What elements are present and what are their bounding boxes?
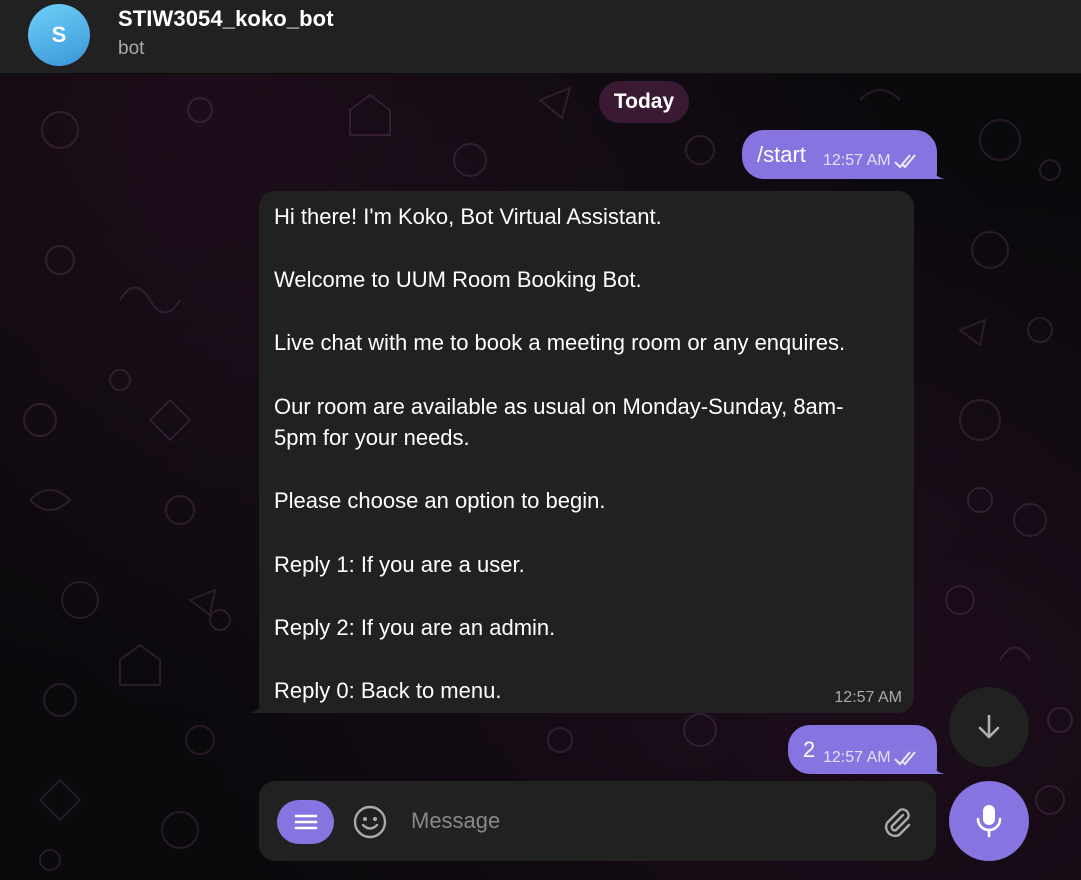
message-line: Our room are available as usual on Monda… — [274, 393, 844, 419]
message-body: Hi there! I'm Koko, Bot Virtual Assistan… — [274, 201, 904, 707]
smile-icon[interactable] — [353, 805, 387, 839]
message-line: Please choose an option to begin. — [274, 488, 606, 514]
chat-title: STIW3054_koko_bot — [118, 6, 334, 31]
telegram-chat-window: S STIW3054_koko_bot bot Today /start 12:… — [0, 0, 1081, 880]
chat-subtitle: bot — [118, 38, 145, 59]
message-time: 12:57 AM — [834, 689, 902, 706]
message-text: 2 — [803, 737, 816, 762]
bot-menu-button[interactable] — [277, 800, 334, 844]
message-line: Live chat with me to book a meeting room… — [274, 330, 846, 356]
double-check-icon — [893, 154, 916, 169]
outgoing-message[interactable]: 2 12:57 AM — [788, 725, 937, 774]
incoming-message[interactable]: Hi there! I'm Koko, Bot Virtual Assistan… — [259, 191, 914, 713]
outgoing-message[interactable]: /start 12:57 AM — [742, 130, 937, 179]
message-line — [274, 580, 904, 612]
message-time: 12:57 AM — [823, 152, 891, 169]
message-meta: 12:57 AM — [823, 749, 920, 767]
double-check-icon — [893, 751, 916, 766]
bubble-tail — [249, 699, 263, 713]
message-line — [274, 233, 904, 265]
bubble-tail — [931, 165, 945, 179]
avatar[interactable]: S — [28, 4, 90, 66]
message-line: 5pm for your needs. — [274, 425, 470, 451]
date-separator: Today — [599, 81, 689, 123]
message-line: Reply 0: Back to menu. — [274, 677, 502, 703]
menu-icon — [294, 814, 317, 830]
voice-record-button[interactable] — [949, 781, 1029, 861]
message-line: Reply 2: If you are an admin. — [274, 614, 556, 640]
message-input[interactable] — [411, 801, 861, 841]
microphone-icon — [976, 805, 1002, 838]
message-line — [274, 296, 904, 328]
message-line — [274, 517, 904, 549]
paperclip-icon[interactable] — [879, 805, 913, 839]
message-line: Welcome to UUM Room Booking Bot. — [274, 267, 642, 293]
message-line: Reply 1: If you are a user. — [274, 551, 525, 577]
message-composer — [259, 781, 936, 861]
message-line — [274, 454, 904, 486]
message-line — [274, 359, 904, 391]
message-line: Hi there! I'm Koko, Bot Virtual Assistan… — [274, 204, 662, 229]
message-text: /start — [757, 142, 806, 167]
bubble-tail — [931, 760, 945, 774]
chat-header[interactable]: S STIW3054_koko_bot bot — [0, 0, 1081, 74]
message-time: 12:57 AM — [823, 749, 891, 766]
scroll-down-button[interactable] — [949, 687, 1029, 767]
message-meta: 12:57 AM — [823, 152, 920, 170]
arrow-down-icon — [978, 714, 1000, 739]
message-line — [274, 643, 904, 675]
